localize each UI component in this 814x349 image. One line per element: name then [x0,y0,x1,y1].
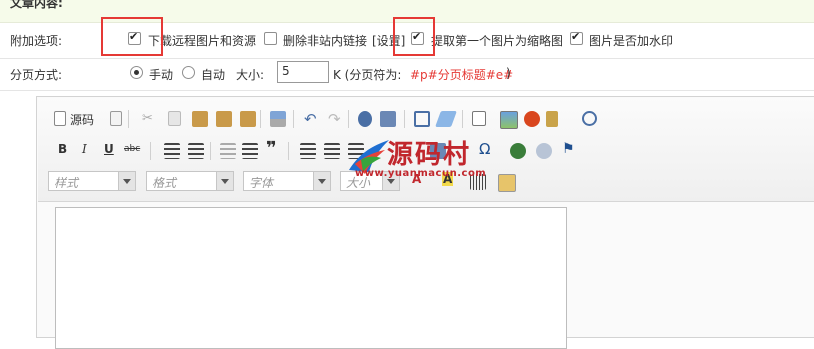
style-select-label: 样式 [54,176,79,190]
paging-auto-radio[interactable] [182,66,195,79]
extra-options-row: 附加选项: 下载远程图片和资源 删除非站内链接 [设置] 提取第一个图片为缩略图… [0,17,814,59]
underline-icon[interactable]: U [104,142,114,156]
ordered-list-icon[interactable] [164,143,180,159]
redo-icon[interactable]: ↷ [328,110,344,128]
source-button[interactable]: 源码 [70,111,94,128]
page-size-close-paren: ) [506,66,511,80]
toolbar-separator [288,142,289,160]
strikethrough-icon[interactable]: abc [124,144,140,154]
paste-word-icon[interactable] [240,111,256,127]
paging-label: 分页方式: [10,68,63,82]
select-all-icon[interactable] [414,111,430,127]
align-center-icon[interactable] [324,143,340,159]
cut-icon[interactable]: ✂ [142,111,158,127]
preview-icon[interactable] [472,111,486,126]
page-size-unit: K (分页符为: [333,68,402,82]
italic-icon[interactable]: I [82,142,87,156]
toolbar-separator [348,110,349,128]
rich-text-editor: 源码 ✂ ↶ ↷ B I U abc ❞ Ω ⚑ 样式 格式 字体 大小 A A [36,96,814,349]
find-icon[interactable] [358,111,372,127]
chevron-down-icon[interactable] [216,172,233,190]
format-select-label: 格式 [152,176,177,190]
remove-format-icon[interactable] [435,111,457,127]
toolbar-separator [462,110,463,128]
paste-icon[interactable] [192,111,208,127]
extra-options-label: 附加选项: [10,34,63,48]
editor-content-area[interactable] [55,207,567,349]
article-content-label: 文章内容: [10,0,63,10]
template-icon[interactable] [110,111,122,126]
page-size-input[interactable]: 5 [277,61,329,83]
paging-row: 分页方式: 手动 自动 大小: 5 K (分页符为: #p#分页标题#e# ) [0,58,814,91]
print-icon[interactable] [270,111,286,127]
format-select[interactable]: 格式 [146,171,234,191]
watermark-brand: 源码村 [387,140,472,170]
toolbar-separator [150,142,151,160]
chevron-down-icon[interactable] [313,172,330,190]
paging-manual-radio[interactable] [130,66,143,79]
watermark-label[interactable]: 图片是否加水印 [589,32,673,49]
font-select-label: 字体 [249,176,274,190]
flash-icon[interactable] [524,111,540,127]
highlight-box-thumbnail [393,17,435,56]
paste-text-icon[interactable] [216,111,232,127]
style-select[interactable]: 样式 [48,171,136,191]
source-icon[interactable] [54,111,66,126]
site-watermark-logo: 源码村 www.yuanmacun.com [345,134,515,190]
maximize-icon[interactable] [582,111,597,126]
highlight-box-download [101,17,163,56]
first-image-thumbnail-label[interactable]: 提取第一个图片为缩略图 [431,32,563,49]
paging-auto-label[interactable]: 自动 [201,66,225,83]
toolbar-separator [260,110,261,128]
toolbar-separator [293,110,294,128]
media-icon[interactable] [546,111,558,127]
paging-manual-label[interactable]: 手动 [149,66,173,83]
unordered-list-icon[interactable] [188,143,204,159]
page-separator-code: #p#分页标题#e# [410,68,514,82]
outdent-icon[interactable] [220,143,236,159]
watermark-checkbox[interactable] [570,30,583,45]
copy-icon[interactable] [168,111,181,126]
undo-icon[interactable]: ↶ [304,110,320,128]
align-left-icon[interactable] [300,143,316,159]
page-size-label: 大小: [236,68,265,82]
toolbar-separator [404,110,405,128]
watermark-url: www.yuanmacun.com [355,168,487,179]
blockquote-icon[interactable]: ❞ [266,138,277,159]
toolbar-separator [128,110,129,128]
anchor-icon[interactable] [536,143,552,159]
image-icon[interactable] [500,111,518,129]
replace-icon[interactable] [380,111,396,127]
font-select[interactable]: 字体 [243,171,331,191]
toolbar-separator [210,142,211,160]
download-remote-label[interactable]: 下载远程图片和资源 [148,32,256,49]
remove-external-links-checkbox[interactable] [264,32,277,45]
flag-icon[interactable]: ⚑ [562,141,575,157]
chevron-down-icon[interactable] [118,172,135,190]
indent-icon[interactable] [242,143,258,159]
bold-icon[interactable]: B [58,142,67,156]
remove-external-links-label[interactable]: 删除非站内链接 [283,32,367,49]
